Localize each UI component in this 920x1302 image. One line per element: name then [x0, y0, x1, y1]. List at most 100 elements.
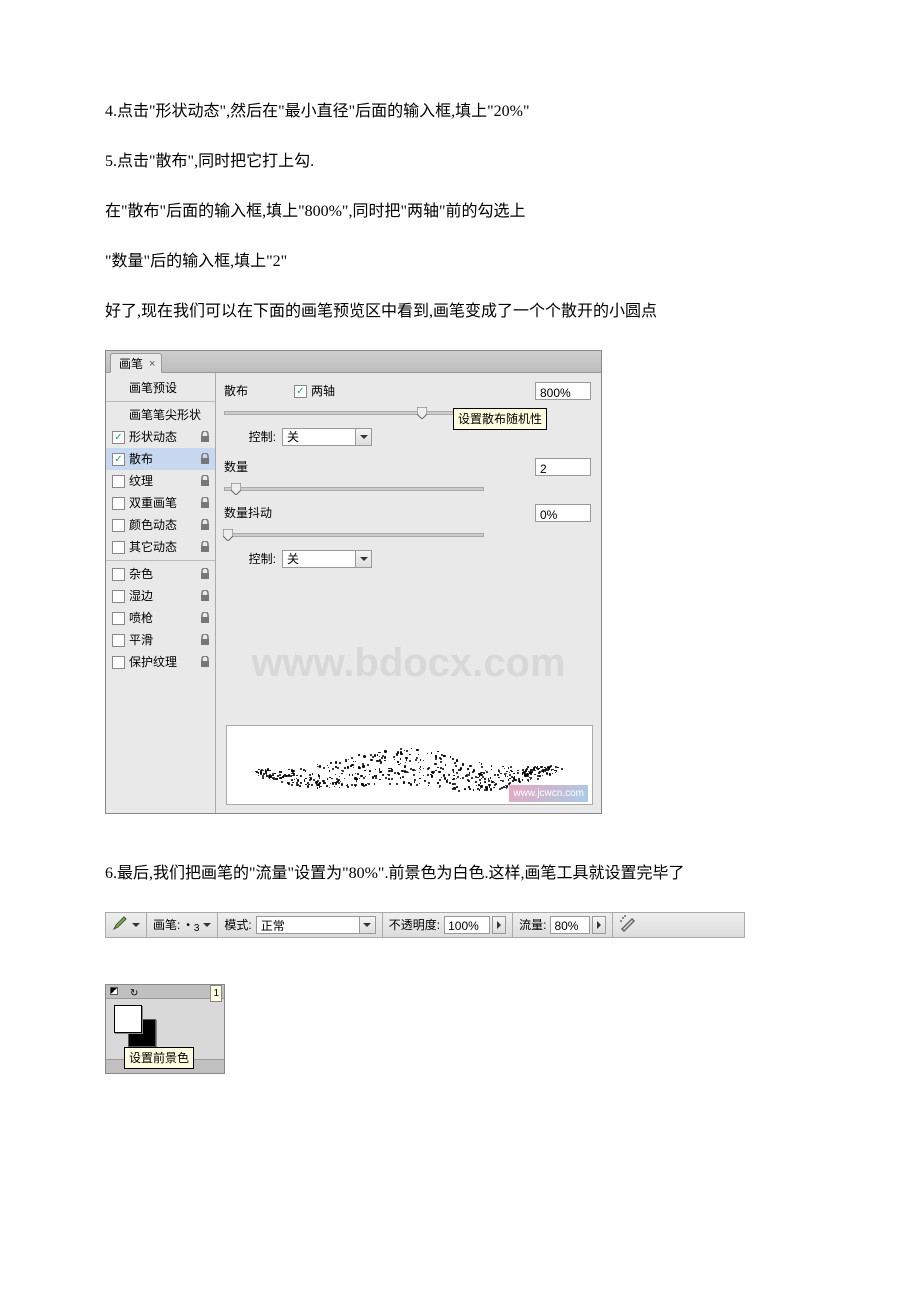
chevron-down-icon[interactable]	[132, 923, 140, 931]
sidebar-item-texture[interactable]: 纹理	[106, 470, 215, 492]
chevron-down-icon[interactable]	[355, 551, 371, 567]
sidebar-item-label: 散布	[129, 450, 153, 468]
sidebar-item-smoothing[interactable]: 平滑	[106, 629, 215, 651]
tab-brush[interactable]: 画笔 ×	[110, 353, 162, 373]
lock-icon[interactable]	[199, 567, 211, 579]
checkbox-icon[interactable]	[112, 634, 125, 647]
count-label: 数量	[224, 458, 294, 476]
chevron-down-icon[interactable]	[355, 429, 371, 445]
sidebar-item-shape-dynamics[interactable]: ✓ 形状动态	[106, 426, 215, 448]
sidebar-item-label: 平滑	[129, 631, 153, 649]
checkbox-icon[interactable]	[112, 656, 125, 669]
chevron-down-icon[interactable]	[359, 917, 375, 933]
checkbox-icon[interactable]	[112, 612, 125, 625]
sidebar-item-airbrush[interactable]: 喷枪	[106, 607, 215, 629]
scatter-input[interactable]: 800%	[535, 382, 591, 400]
control-dropdown[interactable]: 关	[282, 428, 372, 446]
chevron-down-icon[interactable]	[203, 923, 211, 931]
brush-size-value: 3	[194, 921, 200, 936]
sidebar-item-other-dynamics[interactable]: 其它动态	[106, 536, 215, 558]
dropdown-value: 正常	[261, 919, 285, 933]
checkbox-icon[interactable]: ✓	[112, 431, 125, 444]
sidebar-item-dual-brush[interactable]: 双重画笔	[106, 492, 215, 514]
sidebar-item-label: 杂色	[129, 565, 153, 583]
lock-icon[interactable]	[199, 611, 211, 623]
lock-icon[interactable]	[199, 430, 211, 442]
sidebar-item-label: 保护纹理	[129, 653, 177, 671]
paragraph: 4.点击"形状动态",然后在"最小直径"后面的输入框,填上"20%"	[105, 100, 815, 124]
both-axes-checkbox[interactable]: ✓	[294, 385, 307, 398]
brush-preview: www.jcwcn.com	[226, 725, 593, 805]
color-swatch-panel: ↻ 1 设置前景色	[105, 984, 225, 1074]
lock-icon[interactable]	[199, 496, 211, 508]
jitter-control-dropdown[interactable]: 关	[282, 550, 372, 568]
sidebar-item-preset[interactable]: 画笔预设	[106, 377, 215, 399]
sidebar-item-color-dynamics[interactable]: 颜色动态	[106, 514, 215, 536]
jitter-slider[interactable]	[224, 533, 484, 537]
panel-tabbar: 画笔 ×	[106, 351, 601, 373]
close-icon[interactable]: ×	[149, 356, 155, 373]
brush-tool-icon[interactable]	[112, 915, 128, 936]
foreground-color-swatch[interactable]	[114, 1005, 142, 1033]
brush-size-preview[interactable]: •	[186, 918, 190, 933]
airbrush-icon[interactable]	[619, 914, 637, 937]
checkbox-icon[interactable]	[112, 590, 125, 603]
slider-thumb-icon[interactable]	[223, 528, 233, 540]
lock-icon[interactable]	[199, 633, 211, 645]
paragraph: 好了,现在我们可以在下面的画笔预览区中看到,画笔变成了一个个散开的小圆点	[105, 300, 815, 324]
lock-icon[interactable]	[199, 589, 211, 601]
opacity-label: 不透明度:	[389, 916, 440, 934]
opacity-flyout-button[interactable]	[492, 916, 506, 934]
flow-input[interactable]: 80%	[550, 916, 590, 934]
checkbox-icon[interactable]	[112, 541, 125, 554]
lock-icon[interactable]	[199, 518, 211, 530]
dropdown-value: 关	[287, 428, 299, 446]
dropdown-value: 关	[287, 550, 299, 568]
sidebar-item-tip[interactable]: 画笔笔尖形状	[106, 404, 215, 426]
flow-flyout-button[interactable]	[592, 916, 606, 934]
sidebar-item-wet-edges[interactable]: 湿边	[106, 585, 215, 607]
paragraph: 6.最后,我们把画笔的"流量"设置为"80%".前景色为白色.这样,画笔工具就设…	[105, 862, 815, 886]
brush-options-toolbar: 画笔: • 3 模式: 正常 不透明度: 100% 流量: 80%	[105, 912, 745, 938]
mode-dropdown[interactable]: 正常	[256, 916, 376, 934]
lock-icon[interactable]	[199, 452, 211, 464]
sidebar-item-label: 湿边	[129, 587, 153, 605]
default-colors-icon[interactable]	[110, 987, 118, 995]
slider-thumb-icon[interactable]	[417, 406, 427, 418]
sidebar-item-label: 画笔预设	[129, 379, 177, 397]
checkbox-icon[interactable]	[112, 497, 125, 510]
brush-label: 画笔:	[153, 916, 180, 934]
flow-label: 流量:	[519, 916, 546, 934]
lock-icon[interactable]	[199, 540, 211, 552]
preview-watermark: www.jcwcn.com	[509, 785, 588, 802]
jitter-input[interactable]: 0%	[535, 504, 591, 522]
checkbox-icon[interactable]	[112, 475, 125, 488]
opacity-input[interactable]: 100%	[444, 916, 490, 934]
both-axes-label: 两轴	[311, 382, 335, 400]
scatter-slider[interactable]: 设置散布随机性	[224, 411, 484, 415]
sidebar-item-label: 其它动态	[129, 538, 177, 556]
tooltip: 设置散布随机性	[453, 408, 547, 430]
sidebar-item-label: 形状动态	[129, 428, 177, 446]
sidebar-item-noise[interactable]: 杂色	[106, 563, 215, 585]
checkbox-icon[interactable]	[112, 519, 125, 532]
sidebar-item-label: 颜色动态	[129, 516, 177, 534]
sidebar-item-scatter[interactable]: ✓ 散布	[106, 448, 215, 470]
control-label: 控制:	[224, 428, 276, 446]
jitter-label: 数量抖动	[224, 504, 294, 522]
lock-icon[interactable]	[199, 655, 211, 667]
checkbox-icon[interactable]	[112, 568, 125, 581]
paragraph: 5.点击"散布",同时把它打上勾.	[105, 150, 815, 174]
sidebar-item-label: 画笔笔尖形状	[129, 406, 201, 424]
sidebar-item-label: 双重画笔	[129, 494, 177, 512]
count-input[interactable]: 2	[535, 458, 591, 476]
count-slider[interactable]	[224, 487, 484, 491]
sidebar-item-protect-texture[interactable]: 保护纹理	[106, 651, 215, 673]
slider-thumb-icon[interactable]	[231, 482, 241, 494]
lock-icon[interactable]	[199, 474, 211, 486]
brush-panel: 画笔 × 画笔预设 画笔笔尖形状 ✓ 形状动态 ✓ 散布	[105, 350, 602, 814]
tooltip: 设置前景色	[124, 1047, 194, 1069]
brush-sidebar: 画笔预设 画笔笔尖形状 ✓ 形状动态 ✓ 散布 纹理	[106, 373, 216, 813]
tab-label: 画笔	[119, 355, 143, 373]
checkbox-icon[interactable]: ✓	[112, 453, 125, 466]
